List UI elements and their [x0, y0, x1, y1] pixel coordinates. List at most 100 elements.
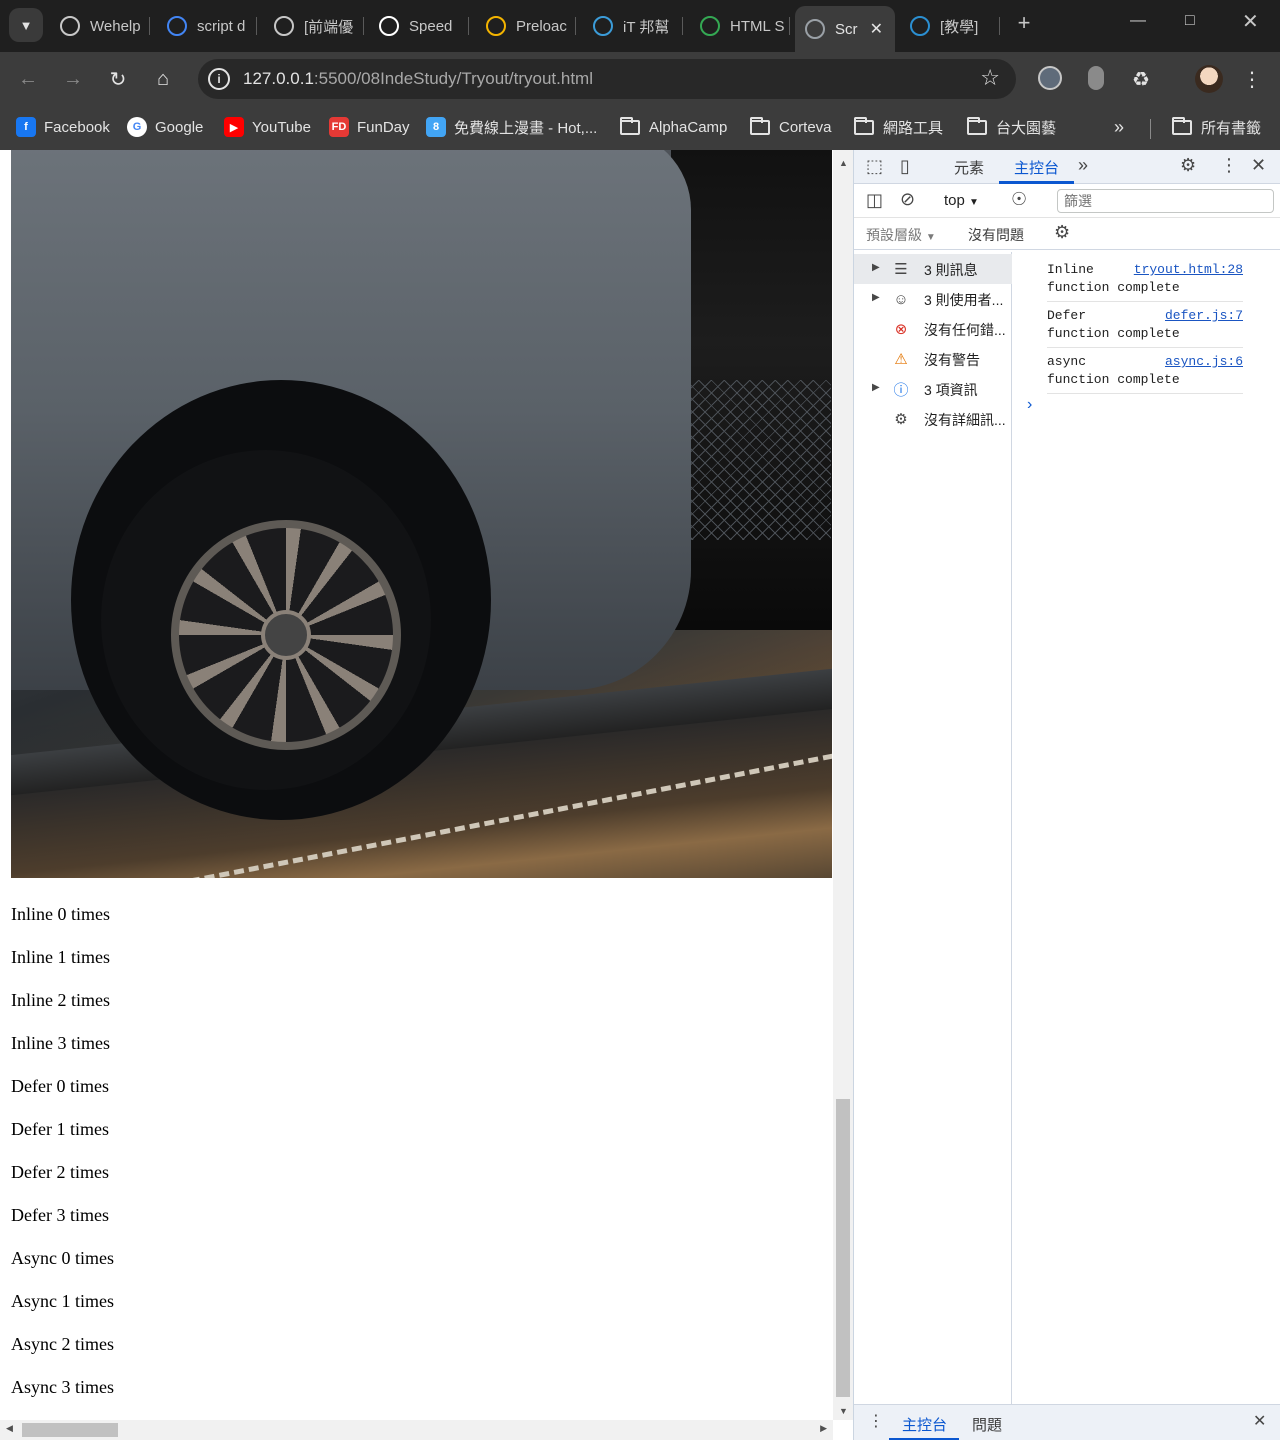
google-icon — [167, 16, 187, 36]
new-tab-button[interactable]: + — [1012, 10, 1036, 40]
browser-tab[interactable]: HTML S — [690, 8, 790, 44]
tab-title: Speed — [409, 17, 453, 35]
horizontal-scroll-thumb[interactable] — [22, 1423, 118, 1437]
browser-tab[interactable]: script d — [157, 8, 257, 44]
scroll-left-icon[interactable]: ◀ — [6, 1423, 13, 1434]
issues-button[interactable]: 沒有問題 — [968, 225, 1024, 245]
expand-triangle-icon[interactable]: ▶ — [872, 262, 880, 273]
close-tab-icon[interactable]: ✕ — [870, 19, 883, 39]
context-select[interactable]: top ▼ — [944, 192, 979, 209]
address-bar[interactable]: i 127.0.0.1:5500/08IndeStudy/Tryout/tryo… — [198, 59, 1016, 99]
message-text-line1: async — [1047, 354, 1087, 369]
bookmark-item[interactable]: 8 免費線上漫畫 - Hot,... — [426, 114, 597, 140]
devtools-menu-icon[interactable]: ⋮ — [1220, 155, 1238, 176]
console-filter-input[interactable] — [1057, 189, 1274, 213]
browser-tab[interactable]: [教學] — [900, 8, 1000, 44]
more-bookmarks-button[interactable]: » — [1114, 114, 1124, 140]
flower-icon — [486, 16, 506, 36]
browser-menu-button[interactable]: ⋮ — [1236, 63, 1268, 95]
ink-extension-icon[interactable] — [1088, 66, 1104, 90]
scroll-down-icon[interactable]: ▼ — [839, 1406, 848, 1416]
url-text[interactable]: 127.0.0.1:5500/08IndeStudy/Tryout/tryout… — [243, 69, 593, 89]
bookmark-label: Corteva — [779, 118, 832, 136]
horizontal-scrollbar[interactable]: ◀ ▶ — [0, 1420, 833, 1440]
sidebar-filter-item[interactable]: ▶ ⓘ 3 項資訊 — [854, 374, 1012, 404]
output-line: Async 3 times — [11, 1377, 114, 1397]
bookmark-item[interactable]: ▶ YouTube — [224, 114, 311, 140]
browser-tab[interactable]: Speed — [369, 8, 469, 44]
bookmark-star-icon[interactable]: ☆ — [980, 65, 1000, 91]
tab-separator — [363, 17, 364, 35]
forward-button[interactable]: → — [57, 63, 89, 95]
tab-title: [前端優 — [304, 18, 354, 36]
tab-title: Wehelp — [90, 17, 141, 35]
bookmark-item[interactable]: 網路工具 — [854, 114, 943, 140]
device-toolbar-icon[interactable]: ▯ — [900, 156, 910, 177]
output-line: Inline 2 times — [11, 990, 110, 1010]
chevron-down-icon: ▼ — [19, 17, 33, 33]
sidebar-filter-item[interactable]: ▶ ☺ 3 則使用者... — [854, 284, 1012, 314]
reload-button[interactable]: ↻ — [102, 63, 134, 95]
bookmark-item[interactable]: 台大園藝 — [967, 114, 1056, 140]
log-levels-dropdown[interactable]: 預設層級 ▼ — [866, 225, 936, 245]
bookmark-label: Google — [155, 118, 204, 136]
back-button[interactable]: ← — [12, 63, 44, 95]
message-text-line2: function complete — [1047, 372, 1180, 387]
message-source-link[interactable]: defer.js:7 — [1165, 308, 1243, 323]
profile-avatar[interactable] — [1195, 65, 1223, 93]
arrow-left-icon: ← — [18, 67, 38, 90]
page-viewport: Inline 0 times Inline 1 times Inline 2 tim… — [0, 150, 853, 1440]
live-expression-eye-icon[interactable]: ☉ — [1011, 189, 1027, 210]
browser-tab[interactable]: iT 邦幫 — [583, 8, 683, 44]
bookmark-item[interactable]: FD FunDay — [329, 114, 410, 140]
all-bookmarks-button[interactable]: 所有書籤 — [1172, 114, 1261, 140]
sidebar-filter-item[interactable]: ⊗ 沒有任何錯... — [854, 314, 1012, 344]
bookmark-item[interactable]: G Google — [127, 114, 203, 140]
double-chevron-right-icon: » — [1114, 116, 1125, 137]
browser-tab[interactable]: Scr ✕ — [795, 6, 895, 52]
site-info-icon[interactable]: i — [208, 68, 230, 90]
bookmark-item[interactable]: AlphaCamp — [620, 114, 727, 140]
sidebar-toggle-icon[interactable]: ◫ — [866, 190, 883, 211]
bookmark-item[interactable]: f Facebook — [16, 114, 110, 140]
close-window-button[interactable]: ✕ — [1242, 9, 1259, 34]
drawer-tab-console[interactable]: 主控台 — [902, 1414, 947, 1435]
sidebar-filter-item[interactable]: ⚠ 沒有警告 — [854, 344, 1012, 374]
tab-search-button[interactable]: ▼ — [9, 8, 43, 42]
clear-console-icon[interactable]: ⊘ — [900, 189, 915, 210]
console-settings-gear-icon[interactable]: ⚙ — [1054, 222, 1070, 243]
inspect-element-icon[interactable]: ⬚ — [866, 156, 883, 177]
browser-tab[interactable]: [前端優 — [264, 8, 364, 44]
expand-triangle-icon[interactable]: ▶ — [872, 382, 880, 393]
message-source-link[interactable]: async.js:6 — [1165, 354, 1243, 369]
browser-tab[interactable]: Preloac — [476, 8, 576, 44]
close-drawer-icon[interactable]: ✕ — [1253, 1411, 1266, 1431]
sidebar-filter-item[interactable]: ⚙ 沒有詳細訊... — [854, 404, 1012, 434]
drawer-menu-icon[interactable]: ⋮ — [868, 1411, 884, 1431]
home-button[interactable]: ⌂ — [147, 63, 179, 95]
minimize-button[interactable]: — — [1130, 12, 1146, 30]
scroll-up-icon[interactable]: ▲ — [839, 158, 848, 168]
scroll-right-icon[interactable]: ▶ — [820, 1423, 827, 1434]
bookmark-item[interactable]: Corteva — [750, 114, 832, 140]
bookmark-label: 免費線上漫畫 - Hot,... — [454, 119, 598, 137]
extensions-button[interactable]: ♻ — [1125, 63, 1157, 95]
web-extension-icon[interactable] — [1038, 66, 1062, 90]
globe-icon — [805, 19, 825, 39]
vertical-scroll-thumb[interactable] — [836, 1099, 850, 1397]
browser-tab[interactable]: Wehelp — [50, 8, 150, 44]
drawer-tab-issues[interactable]: 問題 — [972, 1414, 1002, 1435]
message-source-link[interactable]: tryout.html:28 — [1134, 262, 1243, 277]
tab-console[interactable]: 主控台 — [1014, 157, 1059, 178]
fence — [681, 380, 831, 540]
close-devtools-icon[interactable]: ✕ — [1251, 155, 1266, 176]
vertical-scrollbar[interactable]: ▲ ▼ — [833, 150, 853, 1420]
maximize-button[interactable]: □ — [1185, 12, 1195, 30]
settings-gear-icon[interactable]: ⚙ — [1180, 155, 1196, 176]
console-prompt-icon[interactable]: › — [1027, 396, 1032, 414]
tab-elements[interactable]: 元素 — [954, 157, 984, 178]
expand-triangle-icon[interactable]: ▶ — [872, 292, 880, 303]
more-tabs-icon[interactable]: » — [1078, 155, 1088, 176]
sidebar-filter-item[interactable]: ▶ ☰ 3 則訊息 — [854, 254, 1012, 284]
tab-title: HTML S — [730, 17, 785, 35]
